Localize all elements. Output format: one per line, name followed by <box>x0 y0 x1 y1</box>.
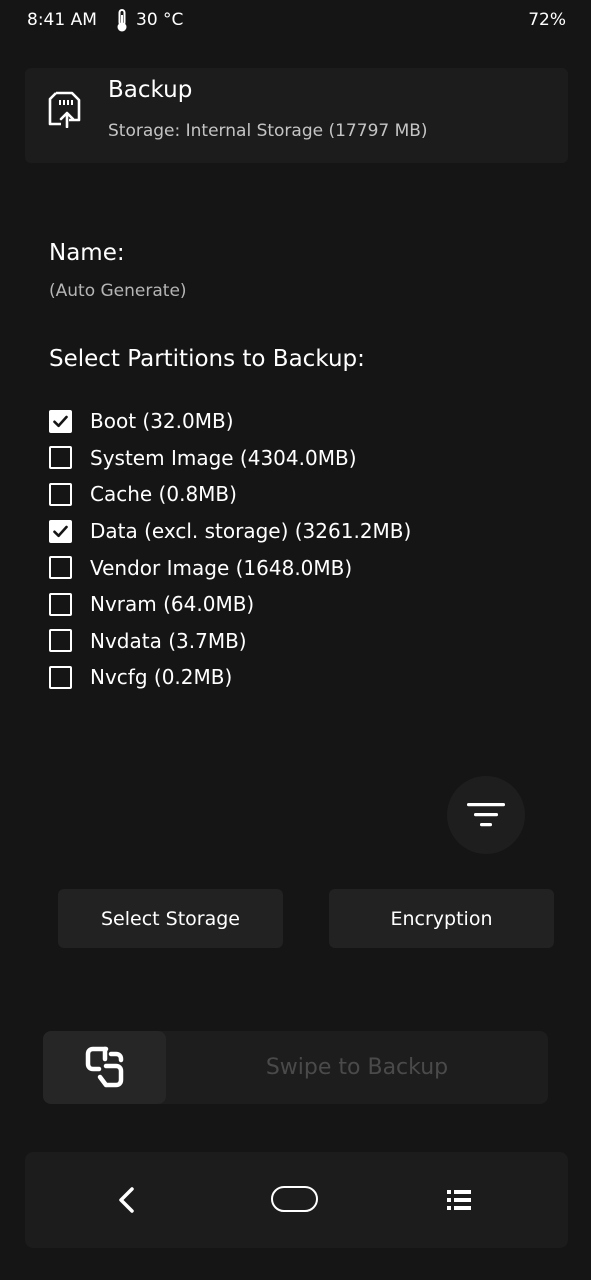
checkbox[interactable] <box>49 482 72 506</box>
status-temperature: 30 °C <box>136 10 184 30</box>
partition-label: Boot (32.0MB) <box>90 409 234 434</box>
checkbox[interactable] <box>49 556 72 580</box>
backup-name-field[interactable]: (Auto Generate) <box>49 281 187 301</box>
partition-item-nvdata[interactable]: Nvdata (3.7MB) <box>49 623 549 660</box>
checkbox[interactable] <box>49 446 72 470</box>
select-storage-button[interactable]: Select Storage <box>58 889 283 948</box>
status-battery: 72% <box>528 10 566 30</box>
thermometer-icon <box>117 9 127 32</box>
sd-card-upload-icon <box>48 91 81 128</box>
partition-label: Nvdata (3.7MB) <box>90 628 247 653</box>
checkbox[interactable] <box>49 409 72 433</box>
swipe-handle[interactable] <box>43 1031 166 1104</box>
back-icon[interactable] <box>112 1184 142 1216</box>
partition-item-nvcfg[interactable]: Nvcfg (0.2MB) <box>49 659 549 696</box>
partition-label: System Image (4304.0MB) <box>90 445 357 470</box>
checkmark-icon <box>53 415 68 427</box>
partition-item-vendor-image[interactable]: Vendor Image (1648.0MB) <box>49 549 549 586</box>
filter-icon <box>467 803 505 827</box>
status-bar: 8:41 AM 30 °C 72% <box>0 0 591 40</box>
swipe-label: Swipe to Backup <box>265 1055 449 1080</box>
partition-item-nvram[interactable]: Nvram (64.0MB) <box>49 586 549 623</box>
swipe-to-backup-slider[interactable]: Swipe to Backup <box>43 1031 548 1104</box>
checkbox[interactable] <box>49 519 72 543</box>
navigation-bar <box>25 1152 568 1248</box>
partition-label: Data (excl. storage) (3261.2MB) <box>90 519 412 544</box>
partition-item-system-image[interactable]: System Image (4304.0MB) <box>49 440 549 477</box>
partitions-title: Select Partitions to Backup: <box>49 346 365 372</box>
filter-button[interactable] <box>447 776 525 854</box>
menu-icon[interactable] <box>445 1186 473 1214</box>
twrp-logo-icon <box>85 1046 123 1087</box>
checkbox[interactable] <box>49 592 72 616</box>
header-card: Backup Storage: Internal Storage (17797 … <box>25 68 568 163</box>
partition-item-cache[interactable]: Cache (0.8MB) <box>49 476 549 513</box>
checkbox[interactable] <box>49 665 72 689</box>
partition-label: Nvram (64.0MB) <box>90 592 255 617</box>
checkbox[interactable] <box>49 629 72 653</box>
partition-label: Cache (0.8MB) <box>90 482 237 507</box>
storage-subtitle: Storage: Internal Storage (17797 MB) <box>108 121 428 141</box>
checkmark-icon <box>53 525 68 537</box>
name-label: Name: <box>49 240 125 266</box>
status-time: 8:41 AM <box>27 10 97 30</box>
partition-label: Nvcfg (0.2MB) <box>90 665 233 690</box>
home-icon[interactable] <box>271 1186 318 1212</box>
partition-item-boot[interactable]: Boot (32.0MB) <box>49 403 549 440</box>
partition-list: Boot (32.0MB) System Image (4304.0MB) Ca… <box>49 403 549 696</box>
encryption-button[interactable]: Encryption <box>329 889 554 948</box>
page-title: Backup <box>108 77 193 103</box>
partition-item-data[interactable]: Data (excl. storage) (3261.2MB) <box>49 513 549 550</box>
partition-label: Vendor Image (1648.0MB) <box>90 555 353 580</box>
